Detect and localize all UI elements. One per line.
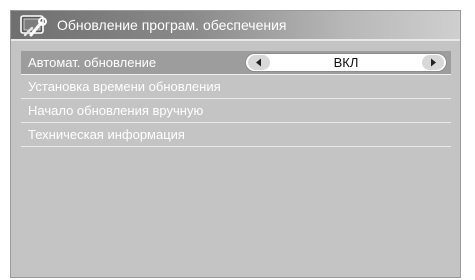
screen: Обновление програм. обеспечения Автомат.… <box>0 0 475 280</box>
title-bar: Обновление програм. обеспечения <box>11 11 460 41</box>
software-update-dialog: Обновление програм. обеспечения Автомат.… <box>10 10 461 278</box>
menu-item-label: Начало обновления вручную <box>28 103 204 118</box>
arrow-right-icon <box>431 58 436 67</box>
menu-item-label: Установка времени обновления <box>28 79 221 94</box>
menu-item-update-time[interactable]: Установка времени обновления <box>21 75 451 99</box>
menu-item-label: Техническая информация <box>28 127 185 142</box>
settings-menu: Автомат. обновление ВКЛ Установка времен… <box>21 51 451 147</box>
menu-item-label: Автомат. обновление <box>28 55 157 70</box>
arrow-left-icon <box>256 58 261 67</box>
dialog-title: Обновление програм. обеспечения <box>57 17 287 33</box>
auto-update-selector[interactable]: ВКЛ <box>245 53 447 72</box>
arrow-right-button[interactable] <box>422 55 444 70</box>
arrow-left-button[interactable] <box>248 55 270 70</box>
selector-value: ВКЛ <box>333 55 359 70</box>
menu-item-auto-update[interactable]: Автомат. обновление ВКЛ <box>21 51 451 75</box>
menu-item-manual-update[interactable]: Начало обновления вручную <box>21 99 451 123</box>
menu-item-technical-info[interactable]: Техническая информация <box>21 123 451 147</box>
tools-icon <box>19 13 49 39</box>
